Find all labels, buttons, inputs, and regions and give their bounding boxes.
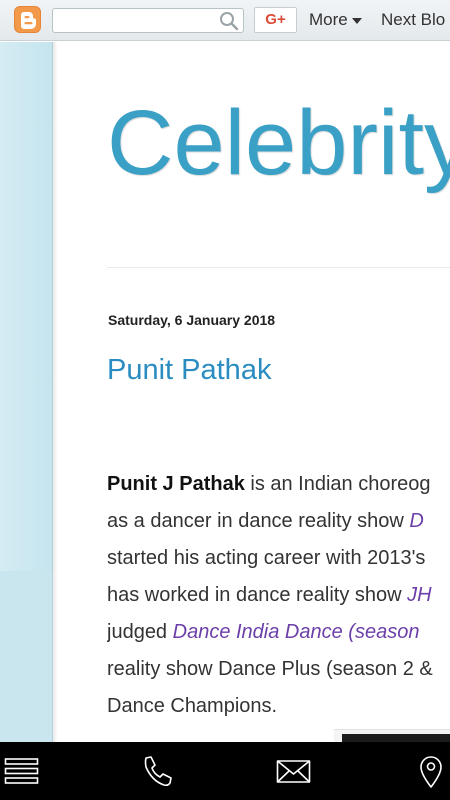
- inline-link[interactable]: Dance India Dance (season: [173, 621, 420, 643]
- post-title[interactable]: Punit Pathak: [107, 354, 271, 387]
- body-text: judged: [107, 621, 173, 643]
- menu-button[interactable]: [4, 742, 40, 800]
- bottom-action-bar: [0, 742, 450, 800]
- post-body-line: Punit J Pathak is an Indian choreog: [107, 466, 450, 503]
- body-text: is an Indian choreog: [244, 473, 431, 495]
- content-shadow: [52, 42, 58, 742]
- phone-icon: [144, 756, 172, 787]
- post-body-line: as a dancer in dance reality show D: [107, 503, 450, 540]
- left-gutter-lower: [0, 571, 53, 742]
- mail-icon: [276, 760, 311, 783]
- search-input[interactable]: [53, 9, 213, 32]
- location-pin-icon: [420, 756, 442, 788]
- post-body-line: started his acting career with 2013's: [107, 540, 450, 577]
- body-text: started his acting career with 2013's: [107, 547, 426, 569]
- more-menu-button[interactable]: More: [309, 9, 362, 31]
- post-body-line: judged Dance India Dance (season: [107, 614, 450, 651]
- bold-name: Punit J Pathak: [107, 473, 245, 495]
- blog-title[interactable]: Celebrity: [107, 88, 450, 198]
- body-text: has worked in dance reality show: [107, 584, 408, 606]
- body-text: as a dancer in dance reality show: [107, 510, 410, 532]
- post-body-line: reality show Dance Plus (season 2 &: [107, 651, 450, 688]
- google-plus-share-button[interactable]: G+: [254, 7, 297, 33]
- caret-down-icon: [351, 17, 362, 24]
- inline-link[interactable]: JH: [407, 584, 431, 606]
- blogger-navbar: G+ More Next Blo: [0, 0, 450, 41]
- body-text: Dance Champions.: [107, 695, 278, 717]
- post-body-line: Dance Champions.: [107, 688, 450, 725]
- next-blog-link[interactable]: Next Blo: [381, 9, 445, 31]
- post-body: Punit J Pathak is an Indian choreog as a …: [107, 466, 450, 725]
- body-text: reality show Dance Plus (season 2 &: [107, 658, 433, 680]
- inline-link[interactable]: D: [409, 510, 423, 532]
- call-button[interactable]: [138, 742, 174, 800]
- post-date: Saturday, 6 January 2018: [108, 312, 276, 328]
- header-divider: [107, 267, 450, 268]
- blogger-logo-icon[interactable]: [14, 6, 41, 33]
- search-icon[interactable]: [219, 11, 239, 36]
- search-box[interactable]: [52, 8, 244, 33]
- location-button[interactable]: [418, 742, 444, 800]
- more-menu-label: More: [309, 10, 348, 29]
- menu-icon: [4, 758, 39, 784]
- email-button[interactable]: [276, 742, 312, 800]
- post-body-line: has worked in dance reality show JH: [107, 577, 450, 614]
